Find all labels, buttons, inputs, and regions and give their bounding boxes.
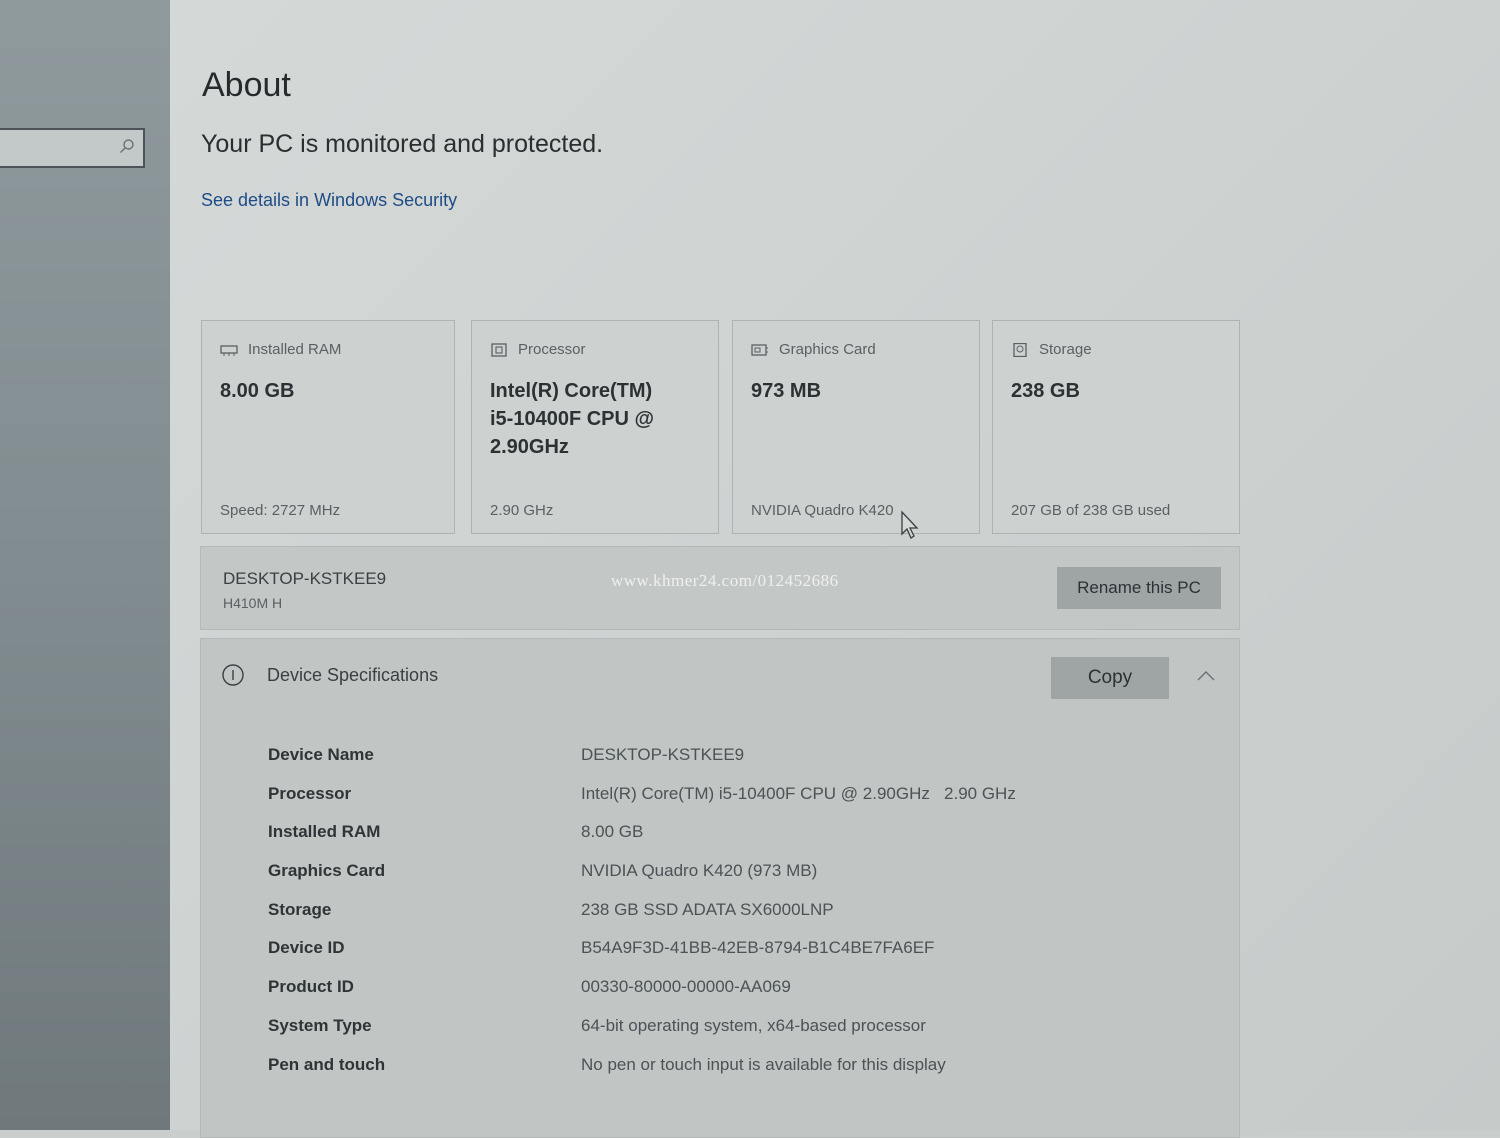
mouse-cursor-icon	[901, 510, 919, 539]
card-heading-label: Processor	[518, 341, 586, 358]
card-footer: Speed: 2727 MHz	[220, 502, 341, 519]
spec-row: Device Name DESKTOP-KSTKEE9	[268, 745, 1016, 784]
spec-row: Installed RAM 8.00 GB	[268, 822, 1016, 861]
about-page: About Your PC is monitored and protected…	[170, 0, 1500, 1138]
card-value: Intel(R) Core(TM) i5-10400F CPU @ 2.90GH…	[490, 380, 655, 458]
spec-label: Graphics Card	[268, 861, 386, 881]
spec-label: Installed RAM	[268, 822, 381, 842]
spec-row: Graphics Card NVIDIA Quadro K420 (973 MB…	[268, 861, 1016, 900]
spec-label: Storage	[268, 899, 332, 919]
spec-label: Device ID	[268, 938, 345, 958]
card-footer: 207 GB of 238 GB used	[1011, 502, 1171, 519]
processor-icon	[491, 342, 507, 357]
card-value: 8.00 GB	[220, 380, 295, 402]
spec-heading: Device Specifications	[267, 664, 439, 685]
watermark-text: www.khmer24.com/012452686	[611, 571, 839, 590]
card-heading: Storage	[1011, 341, 1092, 358]
spec-row: Product ID 00330-80000-00000-AA069	[268, 977, 1016, 1016]
spec-value: 64-bit operating system, x64-based proce…	[581, 1015, 926, 1035]
protection-status: Your PC is monitored and protected.	[201, 130, 604, 158]
spec-value: NVIDIA Quadro K420 (973 MB)	[581, 861, 818, 881]
card-heading: Installed RAM	[220, 341, 341, 358]
ram-card: Installed RAM 8.00 GB Speed: 2727 MHz	[201, 320, 455, 534]
spec-row: Storage 238 GB SSD ADATA SX6000LNP	[268, 900, 1016, 939]
settings-sidebar	[0, 0, 170, 1130]
spec-header[interactable]: Device Specifications	[221, 663, 438, 687]
pc-name: DESKTOP-KSTKEE9	[223, 569, 387, 588]
spec-label: Pen and touch	[268, 1054, 386, 1074]
card-heading: Processor	[490, 341, 586, 358]
pc-name-panel: DESKTOP-KSTKEE9 H410M H www.khmer24.com/…	[200, 546, 1240, 630]
spec-value: Intel(R) Core(TM) i5-10400F CPU @ 2.90GH…	[581, 783, 1016, 803]
spec-label: System Type	[268, 1015, 372, 1035]
spec-label: Product ID	[268, 977, 354, 997]
spec-value: 238 GB SSD ADATA SX6000LNP	[581, 899, 834, 919]
ram-icon	[220, 344, 238, 356]
spec-value: B54A9F3D-41BB-42EB-8794-B1C4BE7FA6EF	[581, 938, 935, 958]
rename-pc-button[interactable]: Rename this PC	[1057, 567, 1221, 609]
card-footer: 2.90 GHz	[490, 502, 554, 519]
spec-label: Processor	[268, 783, 352, 803]
spec-row: System Type 64-bit operating system, x64…	[268, 1016, 1016, 1055]
spec-value: 8.00 GB	[581, 822, 644, 842]
pc-model: H410M H	[223, 595, 283, 611]
storage-icon	[1013, 342, 1027, 357]
chevron-up-icon[interactable]	[1197, 669, 1215, 681]
spec-list: Device Name DESKTOP-KSTKEE9 Processor In…	[268, 745, 1016, 1093]
windows-security-link[interactable]: See details in Windows Security	[201, 190, 457, 211]
card-heading-label: Storage	[1039, 341, 1092, 358]
copy-button[interactable]: Copy	[1051, 657, 1169, 699]
spec-label: Device Name	[268, 745, 374, 764]
storage-card: Storage 238 GB 207 GB of 238 GB used	[992, 320, 1240, 534]
search-icon[interactable]	[119, 138, 135, 154]
spec-value: No pen or touch input is available for t…	[581, 1054, 946, 1074]
card-heading: Graphics Card	[751, 341, 876, 358]
spec-value: DESKTOP-KSTKEE9	[581, 745, 745, 764]
device-specifications-panel: Device Specifications Copy Device Name D…	[200, 638, 1240, 1138]
info-icon	[222, 664, 244, 686]
card-heading-label: Installed RAM	[248, 341, 342, 358]
card-footer: NVIDIA Quadro K420	[751, 502, 894, 519]
search-input[interactable]	[0, 128, 145, 168]
page-title: About	[202, 66, 291, 104]
card-value: 973 MB	[751, 380, 822, 402]
graphics-card: Graphics Card 973 MB NVIDIA Quadro K420	[732, 320, 980, 534]
spec-row: Pen and touch No pen or touch input is a…	[268, 1055, 1016, 1094]
card-value: 238 GB	[1011, 380, 1080, 402]
spec-row: Device ID B54A9F3D-41BB-42EB-8794-B1C4BE…	[268, 938, 1016, 977]
graphics-card-icon	[751, 343, 768, 356]
processor-card: Processor Intel(R) Core(TM) i5-10400F CP…	[471, 320, 719, 534]
card-heading-label: Graphics Card	[779, 341, 876, 358]
spec-value: 00330-80000-00000-AA069	[581, 977, 791, 997]
spec-row: Processor Intel(R) Core(TM) i5-10400F CP…	[268, 784, 1016, 823]
